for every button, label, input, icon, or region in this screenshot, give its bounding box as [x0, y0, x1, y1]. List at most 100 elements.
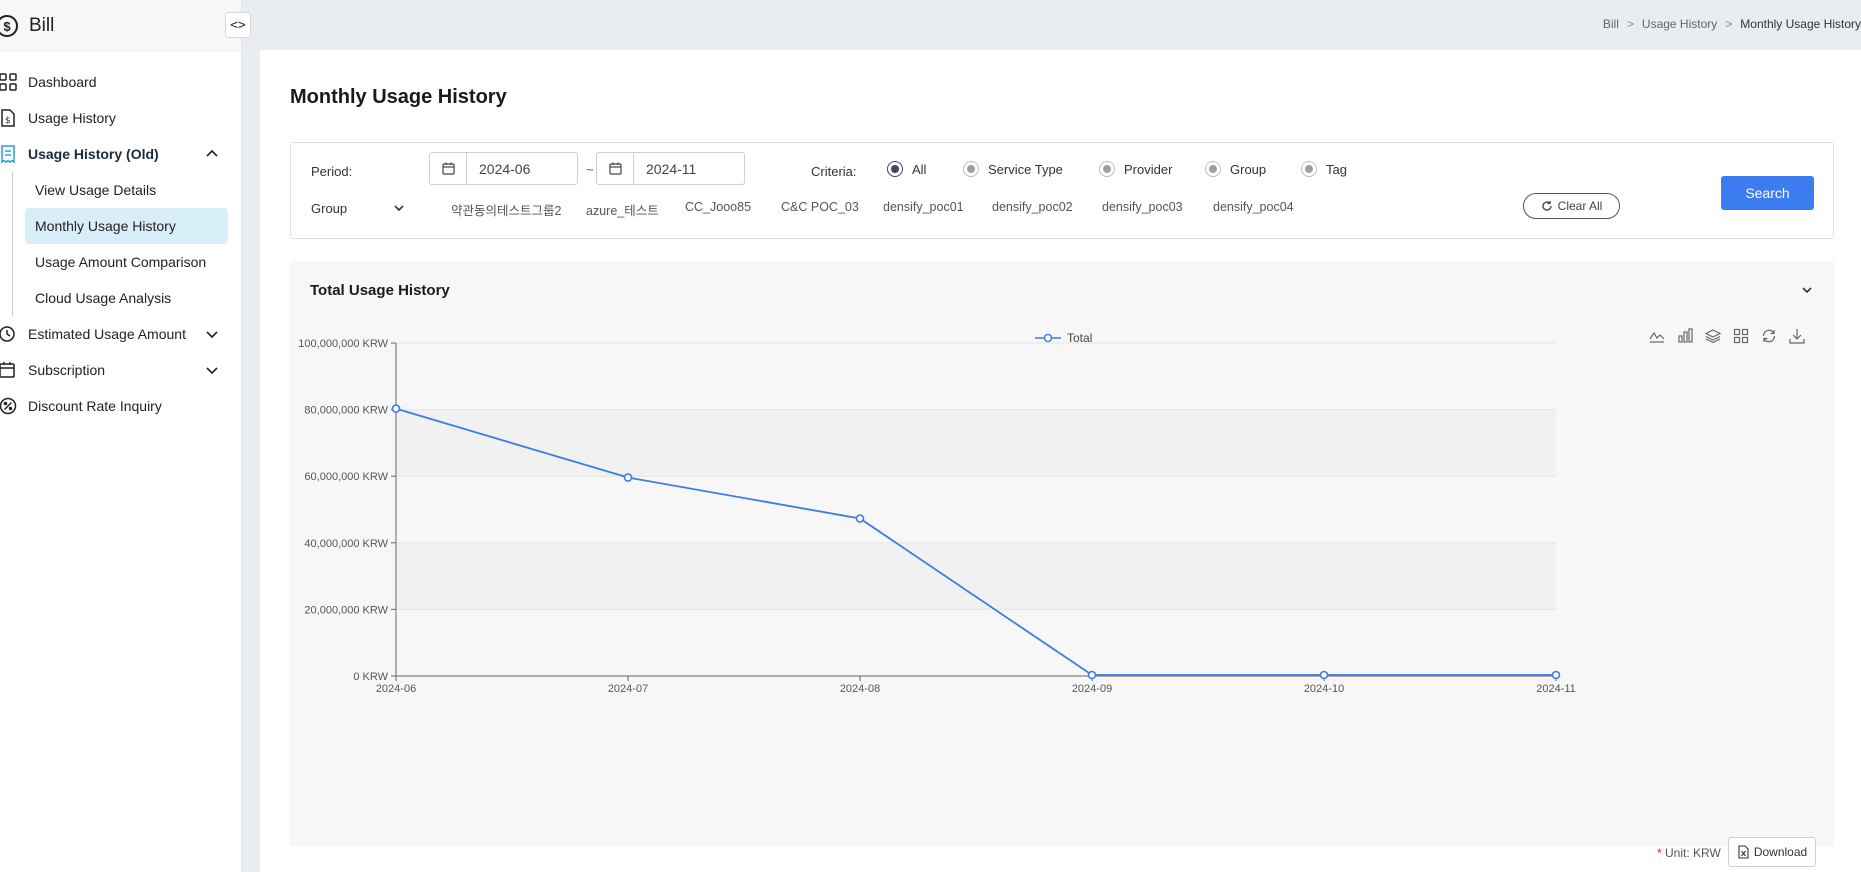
data-point — [1087, 670, 1097, 680]
breadcrumb: Bill > Usage History > Monthly Usage His… — [1603, 17, 1861, 31]
sidebar-toggle-button[interactable]: <> — [225, 12, 251, 38]
data-point — [855, 514, 865, 523]
percent-icon — [0, 396, 18, 416]
sidebar-header: $ Bill — [0, 0, 241, 52]
sidebar-item-discount-rate-inquiry[interactable]: Discount Rate Inquiry — [0, 388, 241, 424]
clear-all-button[interactable]: Clear All — [1523, 193, 1620, 219]
x-tick-label: 2024-08 — [840, 683, 880, 695]
start-date-value: 2024-06 — [479, 160, 531, 177]
group-select-value: Group — [311, 200, 348, 216]
grid-band — [396, 476, 1556, 543]
sidebar-item-label: Subscription — [28, 362, 106, 378]
group-tag[interactable]: densify_poc04 — [1213, 200, 1294, 214]
radio-dot — [963, 161, 979, 177]
radio-label: Provider — [1124, 161, 1173, 177]
x-tick-label: 2024-11 — [1536, 683, 1576, 695]
chevron-down-icon — [206, 331, 218, 339]
refresh-icon — [1542, 201, 1552, 211]
radio-dot — [887, 161, 903, 177]
start-date-picker[interactable]: 2024-06 — [429, 152, 578, 185]
sidebar-item-usage-history-old[interactable]: Usage History (Old) — [0, 136, 241, 172]
sidebar-item-label: Dashboard — [28, 74, 97, 90]
group-tag[interactable]: C&C POC_03 — [781, 200, 859, 214]
required-star: * — [1657, 846, 1662, 860]
y-tick-label: 100,000,000 KRW — [298, 338, 388, 350]
breadcrumb-item-usage-history[interactable]: Usage History — [1642, 17, 1717, 31]
topbar: Bill > Usage History > Monthly Usage His… — [258, 0, 1861, 50]
calendar-dollar-icon — [0, 360, 18, 380]
y-tick-label: 0 KRW — [353, 671, 388, 683]
unit-label: Unit: KRW — [1665, 846, 1721, 860]
group-tag[interactable]: densify_poc02 — [992, 200, 1073, 214]
radio-dot — [1205, 161, 1221, 177]
download-label: Download — [1753, 845, 1808, 859]
radio-dot — [1099, 161, 1115, 177]
dashboard-icon — [0, 72, 18, 92]
sidebar-item-usage-history[interactable]: $ Usage History — [0, 100, 241, 136]
end-date-picker[interactable]: 2024-11 — [596, 152, 745, 185]
breadcrumb-separator: > — [1725, 17, 1733, 31]
chevron-down-icon — [206, 367, 218, 375]
filter-panel: Period: 2024-06 ~ 2024-11 Criteria: All … — [290, 142, 1834, 239]
sidebar-item-label: Usage History — [28, 110, 116, 126]
grid-band — [396, 609, 1556, 676]
data-point — [1551, 670, 1561, 680]
radio-label: Tag — [1326, 161, 1347, 177]
svg-text:$: $ — [5, 116, 11, 126]
period-label: Period: — [311, 164, 353, 179]
grid-band — [396, 343, 1556, 410]
breadcrumb-separator: > — [1626, 17, 1634, 31]
clear-all-label: Clear All — [1557, 199, 1603, 213]
breadcrumb-item-current: Monthly Usage History — [1740, 17, 1861, 31]
chevron-down-icon — [394, 205, 404, 212]
y-tick-label: 40,000,000 KRW — [304, 538, 388, 550]
main-content: Monthly Usage History Period: 2024-06 ~ … — [260, 50, 1861, 872]
sidebar-item-usage-amount-comparison[interactable]: Usage Amount Comparison — [25, 244, 228, 280]
sidebar-item-subscription[interactable]: Subscription — [0, 352, 241, 388]
calendar-icon — [597, 153, 634, 184]
sidebar-item-label: Estimated Usage Amount — [28, 326, 186, 342]
sidebar-item-estimated-usage-amount[interactable]: Estimated Usage Amount — [0, 316, 241, 352]
criteria-radio-service-type[interactable]: Service Type — [963, 161, 1063, 177]
sidebar-item-label: Usage History (Old) — [28, 146, 159, 162]
sidebar-item-label: Discount Rate Inquiry — [28, 398, 162, 414]
radio-label: Group — [1230, 161, 1267, 177]
data-point — [391, 404, 401, 413]
x-tick-label: 2024-09 — [1072, 683, 1112, 695]
breadcrumb-item-bill[interactable]: Bill — [1603, 17, 1619, 31]
radio-label: All — [912, 161, 927, 177]
dollar-circle-icon: $ — [0, 15, 18, 37]
group-tag[interactable]: densify_poc03 — [1102, 200, 1183, 214]
sidebar-gutter — [242, 0, 258, 872]
download-button[interactable]: Download — [1728, 837, 1816, 867]
criteria-radio-all[interactable]: All — [887, 161, 926, 177]
y-tick-label: 60,000,000 KRW — [304, 471, 388, 483]
group-tag[interactable]: 약관동의테스트그룹2 — [451, 200, 561, 219]
x-tick-label: 2024-10 — [1304, 683, 1344, 695]
search-button[interactable]: Search — [1721, 176, 1814, 210]
criteria-radio-tag[interactable]: Tag — [1301, 161, 1347, 177]
grid-band — [396, 409, 1556, 477]
line-chart[interactable]: 0 KRW 20,000,000 KRW 40,000,000 KRW 60,000,… — [290, 261, 1834, 846]
criteria-radio-provider[interactable]: Provider — [1099, 161, 1172, 177]
group-select[interactable]: Group — [311, 198, 406, 218]
sidebar-item-dashboard[interactable]: Dashboard — [0, 64, 241, 100]
group-tag[interactable]: densify_poc01 — [883, 200, 964, 214]
sidebar-item-monthly-usage-history[interactable]: Monthly Usage History — [25, 208, 228, 244]
sidebar-submenu: View Usage Details Monthly Usage History… — [0, 172, 241, 316]
sidebar-item-view-usage-details[interactable]: View Usage Details — [25, 172, 228, 208]
range-separator: ~ — [586, 162, 594, 177]
radio-label: Service Type — [988, 161, 1063, 177]
group-tag[interactable]: CC_Jooo85 — [685, 200, 751, 214]
sidebar-nav: Dashboard $ Usage History Usage History … — [0, 64, 241, 424]
unit-note: * Unit: KRW — [1657, 846, 1721, 860]
group-tag[interactable]: azure_테스트 — [586, 200, 659, 219]
criteria-radio-group[interactable]: Group — [1205, 161, 1266, 177]
chevron-up-icon — [206, 149, 218, 157]
document-dollar-icon: $ — [0, 108, 18, 128]
criteria-label: Criteria: — [811, 164, 857, 179]
sidebar: $ Bill Dashboard $ Usage History Usage H… — [0, 0, 242, 872]
x-tick-label: 2024-07 — [608, 683, 648, 695]
page-title: Monthly Usage History — [290, 86, 507, 108]
sidebar-item-cloud-usage-analysis[interactable]: Cloud Usage Analysis — [25, 280, 228, 316]
